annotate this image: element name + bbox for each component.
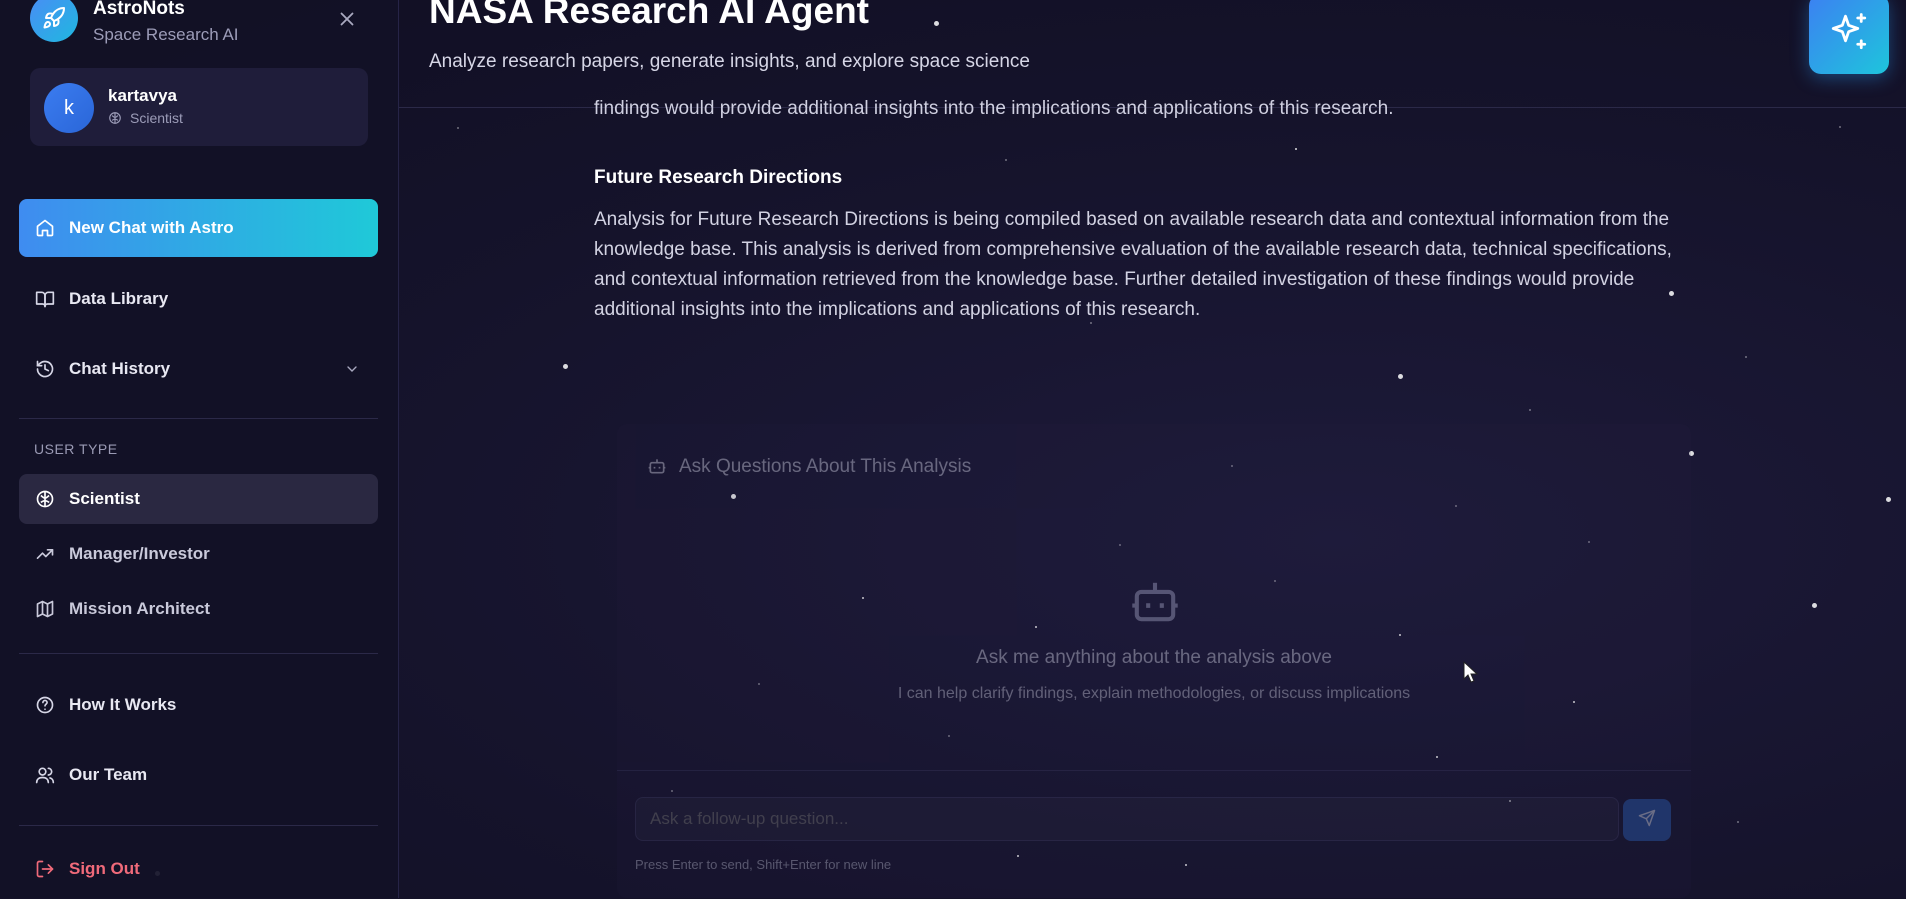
send-icon	[1638, 809, 1656, 832]
sign-out-button[interactable]: Sign Out	[19, 840, 378, 898]
user-type-scientist[interactable]: Scientist	[19, 474, 378, 524]
avatar: k	[44, 83, 94, 133]
sidebar-item-label: How It Works	[69, 695, 177, 714]
brand-name: AstroNots	[93, 0, 185, 19]
page-subtitle: Analyze research papers, generate insigh…	[429, 51, 1030, 72]
user-card[interactable]: k kartavya Scientist	[30, 68, 368, 146]
divider	[19, 825, 378, 826]
user-type-label: Manager/Investor	[69, 544, 210, 563]
new-chat-label: New Chat with Astro	[69, 218, 234, 237]
home-icon	[35, 218, 55, 238]
sidebar-item-label: Chat History	[69, 359, 171, 378]
user-type-mission-architect[interactable]: Mission Architect	[19, 584, 378, 634]
trending-up-icon	[35, 544, 55, 564]
new-chat-button[interactable]: New Chat with Astro	[19, 199, 378, 257]
help-circle-icon	[35, 695, 55, 715]
sidebar-item-chat-history[interactable]: Chat History	[19, 340, 378, 398]
chevron-down-icon[interactable]	[344, 361, 360, 377]
section-heading: Future Research Directions	[594, 167, 843, 188]
close-icon[interactable]	[336, 8, 358, 30]
sparkles-icon	[1828, 11, 1870, 58]
bot-icon	[1127, 576, 1183, 626]
empty-state-subtitle: I can help clarify findings, explain met…	[897, 685, 1411, 702]
send-button[interactable]	[1623, 799, 1671, 841]
empty-state-title: Ask me anything about the analysis above	[976, 647, 1332, 668]
user-type-label: Scientist	[69, 489, 140, 508]
sidebar-item-our-team[interactable]: Our Team	[19, 746, 378, 804]
sidebar-item-data-library[interactable]: Data Library	[19, 270, 378, 328]
sidebar: AstroNots Space Research AI k kartavya S…	[0, 0, 399, 898]
input-hint: Press Enter to send, Shift+Enter for new…	[635, 857, 892, 872]
analysis-text-fragment: findings would provide additional insigh…	[594, 98, 1394, 119]
sign-out-label: Sign Out	[69, 859, 140, 878]
sidebar-item-label: Our Team	[69, 765, 148, 784]
follow-up-input[interactable]	[635, 797, 1619, 841]
chat-title: Ask Questions About This Analysis	[679, 456, 972, 477]
page-title: NASA Research AI Agent	[429, 0, 869, 31]
sidebar-item-how-it-works[interactable]: How It Works	[19, 676, 378, 734]
map-icon	[35, 599, 55, 619]
sparkle-button[interactable]	[1809, 0, 1889, 74]
follow-up-chat-panel: Ask Questions About This Analysis Ask me…	[617, 424, 1691, 898]
header: NASA Research AI Agent Analyze research …	[399, 0, 1906, 108]
user-role: Scientist	[130, 110, 183, 126]
mouse-pointer-icon	[1462, 660, 1480, 684]
rocket-logo-icon	[30, 0, 78, 42]
chat-footer: Press Enter to send, Shift+Enter for new…	[617, 770, 1691, 899]
section-body: Analysis for Future Research Directions …	[594, 209, 1672, 320]
logout-icon	[35, 859, 55, 879]
bot-icon	[647, 456, 667, 476]
brain-icon	[35, 489, 55, 509]
user-type-label: Mission Architect	[69, 599, 211, 618]
brand-subtitle: Space Research AI	[93, 25, 239, 44]
user-name: kartavya	[108, 86, 178, 105]
users-icon	[35, 765, 55, 785]
divider	[19, 653, 378, 654]
user-type-heading: USER TYPE	[34, 441, 118, 457]
brain-icon	[108, 111, 122, 125]
sidebar-item-label: Data Library	[69, 289, 169, 308]
divider	[19, 418, 378, 419]
history-icon	[35, 359, 55, 379]
book-icon	[35, 289, 55, 309]
user-type-manager-investor[interactable]: Manager/Investor	[19, 529, 378, 579]
